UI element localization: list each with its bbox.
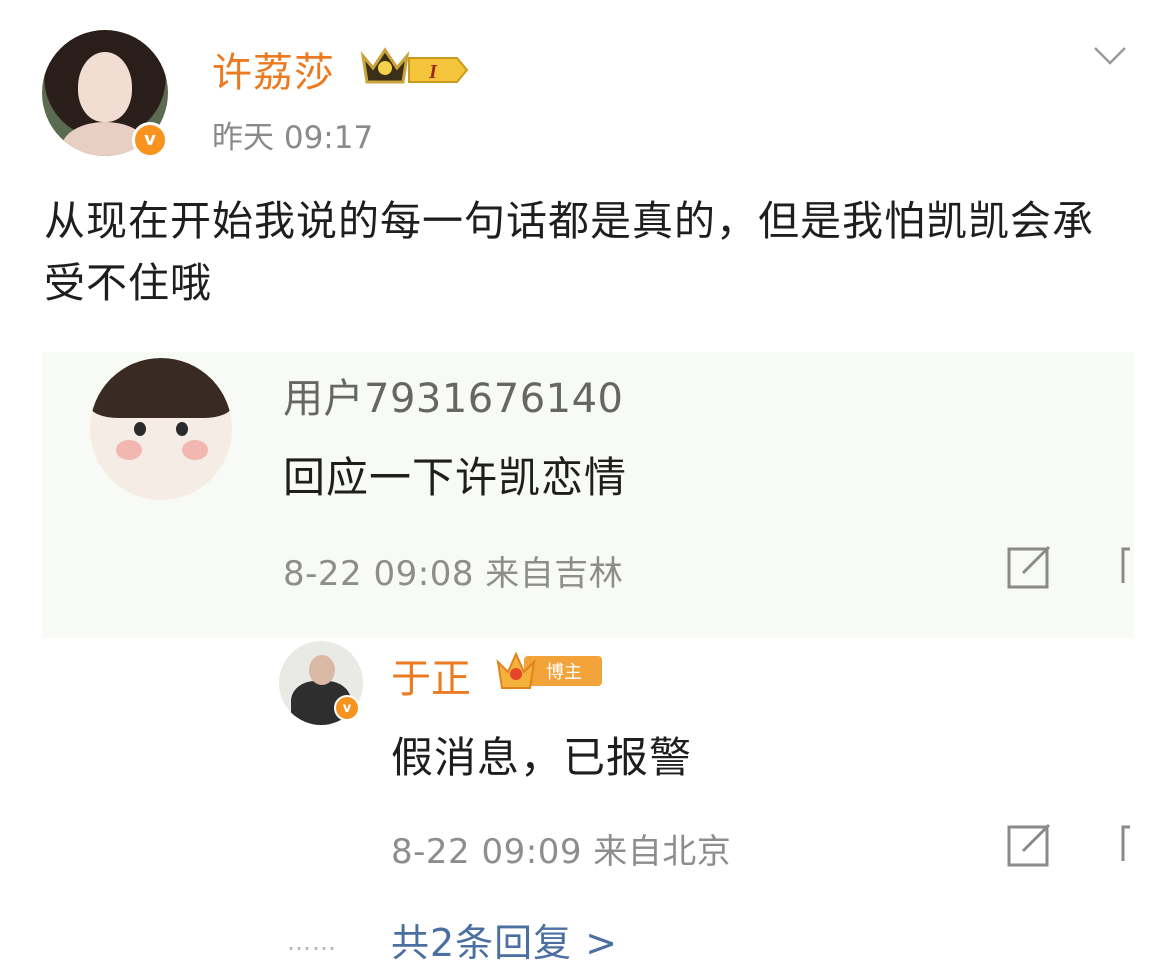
avatar-eye	[176, 422, 188, 436]
reply-text: 假消息，已报警	[391, 733, 693, 782]
blogger-badge-label: 博主	[546, 662, 582, 683]
avatar-cheek	[182, 440, 208, 460]
avatar-eye	[134, 422, 146, 436]
verified-icon: v	[334, 695, 360, 721]
reply-meta: 8-22 09:09 来自北京	[391, 832, 732, 872]
more-action-icon[interactable]	[1120, 824, 1132, 864]
commenter-name[interactable]: 用户7931676140	[283, 366, 624, 424]
author-name[interactable]: 许荔莎	[212, 40, 335, 98]
edit-icon[interactable]	[1007, 823, 1053, 867]
edit-icon[interactable]	[1007, 545, 1053, 589]
commenter-avatar[interactable]	[90, 358, 232, 500]
replier-name[interactable]: 于正	[391, 646, 471, 704]
blogger-badge-icon[interactable]: 博主	[494, 646, 604, 694]
level-text: I	[428, 61, 438, 83]
comment-meta: 8-22 09:08 来自吉林	[283, 554, 624, 594]
verified-icon: v	[132, 122, 168, 158]
post-time: 昨天 09:17	[212, 120, 374, 156]
more-replies-link[interactable]: 共2条回复 >	[391, 912, 618, 967]
avatar-hair	[90, 358, 232, 418]
more-action-icon[interactable]	[1120, 546, 1132, 586]
avatar-face	[78, 52, 132, 122]
weibo-post: v 许荔莎 I 昨天 09:17 从现在开始我说的每一句话都是真的，但是我怕凯凯…	[0, 0, 1170, 978]
comment-text: 回应一下许凯恋情	[283, 453, 628, 502]
avatar-cheek	[116, 440, 142, 460]
chevron-down-icon[interactable]	[1093, 44, 1127, 68]
avatar-head	[309, 655, 335, 685]
ellipsis-dots: ……	[287, 928, 337, 956]
post-body: 从现在开始我说的每一句话都是真的，但是我怕凯凯会承受不住哦	[44, 197, 1094, 307]
crown-level-badge-icon[interactable]: I	[357, 44, 473, 88]
